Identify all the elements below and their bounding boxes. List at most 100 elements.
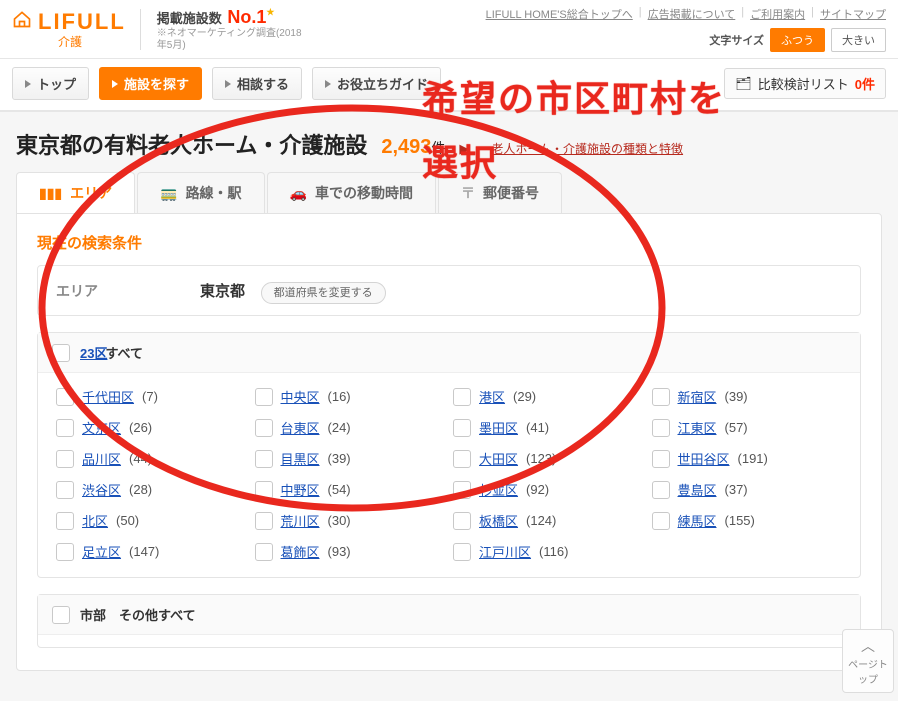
tab-postal[interactable]: 〒郵便番号	[438, 172, 562, 213]
chevron-right-icon: ▶	[459, 141, 469, 157]
ward-item: 千代田区 (7)	[56, 387, 247, 406]
brand[interactable]: LIFULL	[12, 9, 126, 35]
util-link-ads[interactable]: 広告掲載について	[648, 6, 736, 22]
page-top-button[interactable]: ︿ ページトップ	[842, 629, 894, 693]
ward-link[interactable]: 世田谷区	[678, 449, 730, 468]
ward-link[interactable]: 目黒区	[281, 449, 320, 468]
ward-link[interactable]: 墨田区	[479, 418, 518, 437]
ward-count: (7)	[142, 389, 158, 404]
ward-item: 港区 (29)	[453, 387, 644, 406]
ward-checkbox[interactable]	[56, 481, 74, 499]
ward-checkbox[interactable]	[652, 512, 670, 530]
ward-count: (24)	[328, 420, 351, 435]
ranking-label: 掲載施設数	[157, 11, 222, 26]
font-size-normal[interactable]: ふつう	[770, 28, 825, 52]
ward-link[interactable]: 板橋区	[479, 511, 518, 530]
nav-search-facilities[interactable]: 施設を探す	[99, 67, 202, 100]
ward-checkbox[interactable]	[652, 419, 670, 437]
ward-all-checkbox[interactable]	[52, 344, 70, 362]
ward-checkbox[interactable]	[453, 512, 471, 530]
nav-consult[interactable]: 相談する	[212, 67, 302, 100]
ward-item: 文京区 (26)	[56, 418, 247, 437]
ward-checkbox[interactable]	[453, 543, 471, 561]
ward-count: (29)	[513, 389, 536, 404]
ward-link[interactable]: 品川区	[82, 449, 121, 468]
ward-checkbox[interactable]	[453, 450, 471, 468]
result-unit: 件	[431, 140, 445, 156]
city-group-header: 市部 その他すべて	[38, 595, 860, 635]
ward-item: 品川区(44)	[56, 449, 247, 468]
area-value: 東京都	[200, 283, 245, 300]
ward-link[interactable]: 荒川区	[281, 511, 320, 530]
tab-car[interactable]: 🚗車での移動時間	[267, 172, 436, 213]
ward-checkbox[interactable]	[453, 481, 471, 499]
ward-link[interactable]: 豊島区	[678, 480, 717, 499]
ward-checkbox[interactable]	[453, 419, 471, 437]
ward-link[interactable]: 中央区	[281, 387, 320, 406]
ward-link[interactable]: 文京区	[82, 418, 121, 437]
facility-types-link[interactable]: 老人ホーム・介護施設の種類と特徴	[491, 140, 683, 157]
ward-count: (39)	[725, 389, 748, 404]
ward-count: (92)	[526, 482, 549, 497]
font-size-label: 文字サイズ	[709, 32, 764, 48]
ward-link[interactable]: 北区	[82, 511, 108, 530]
ward-all-tail: すべて	[105, 346, 143, 361]
ward-link[interactable]: 港区	[479, 387, 505, 406]
chevron-right-icon	[112, 80, 118, 88]
ward-checkbox[interactable]	[56, 450, 74, 468]
ward-checkbox[interactable]	[255, 419, 273, 437]
ward-link[interactable]: 足立区	[82, 542, 121, 561]
ward-link[interactable]: 中野区	[281, 480, 320, 499]
ward-checkbox[interactable]	[255, 481, 273, 499]
ward-checkbox[interactable]	[56, 543, 74, 561]
ward-checkbox[interactable]	[255, 388, 273, 406]
util-link-guide[interactable]: ご利用案内	[750, 6, 805, 22]
ward-link[interactable]: 台東区	[281, 418, 320, 437]
ward-checkbox[interactable]	[453, 388, 471, 406]
ward-checkbox[interactable]	[652, 450, 670, 468]
city-all-checkbox[interactable]	[52, 606, 70, 624]
search-tabs: ▮▮▮エリア 🚃路線・駅 🚗車での移動時間 〒郵便番号	[16, 172, 882, 213]
ward-checkbox[interactable]	[652, 481, 670, 499]
tab-line[interactable]: 🚃路線・駅	[137, 172, 264, 213]
ward-link[interactable]: 渋谷区	[82, 480, 121, 499]
ward-checkbox[interactable]	[255, 543, 273, 561]
ward-link[interactable]: 江東区	[678, 418, 717, 437]
area-label: エリア	[56, 281, 156, 301]
ward-all-link[interactable]: 23区	[80, 346, 107, 361]
ward-item: 中野区(54)	[255, 480, 446, 499]
house-icon	[12, 9, 32, 35]
change-prefecture-button[interactable]: 都道府県を変更する	[261, 282, 386, 304]
ward-item: 豊島区(37)	[652, 480, 843, 499]
result-count: 2,493	[381, 136, 431, 158]
compare-list-button[interactable]: 🗂 比較検討リスト 0件	[724, 68, 886, 99]
ward-link[interactable]: 杉並区	[479, 480, 518, 499]
ward-checkbox[interactable]	[255, 450, 273, 468]
ward-item: 墨田区(41)	[453, 418, 644, 437]
ward-link[interactable]: 大田区	[479, 449, 518, 468]
ward-checkbox[interactable]	[56, 388, 74, 406]
ward-link[interactable]: 練馬区	[678, 511, 717, 530]
ward-link[interactable]: 千代田区	[82, 387, 134, 406]
chevron-up-icon: ︿	[845, 636, 891, 656]
tab-area[interactable]: ▮▮▮エリア	[16, 172, 135, 213]
compare-label: 比較検討リスト	[758, 74, 849, 93]
ward-link[interactable]: 葛飾区	[281, 542, 320, 561]
nav-guide[interactable]: お役立ちガイド	[312, 67, 441, 100]
postal-icon: 〒	[461, 183, 475, 203]
ward-checkbox[interactable]	[56, 419, 74, 437]
ward-count: (26)	[129, 420, 152, 435]
ward-checkbox[interactable]	[255, 512, 273, 530]
ward-link[interactable]: 新宿区	[678, 387, 717, 406]
ward-checkbox[interactable]	[652, 388, 670, 406]
ward-link[interactable]: 江戸川区	[479, 542, 531, 561]
ward-count: (16)	[328, 389, 351, 404]
chevron-right-icon	[325, 80, 331, 88]
util-link-sitemap[interactable]: サイトマップ	[820, 6, 886, 22]
signal-icon: ▮▮▮	[39, 185, 62, 202]
font-size-large[interactable]: 大きい	[831, 28, 886, 52]
nav-top[interactable]: トップ	[12, 67, 89, 100]
ward-checkbox[interactable]	[56, 512, 74, 530]
ward-item: 目黒区(39)	[255, 449, 446, 468]
util-link-top[interactable]: LIFULL HOME'S総合トップへ	[486, 6, 633, 22]
